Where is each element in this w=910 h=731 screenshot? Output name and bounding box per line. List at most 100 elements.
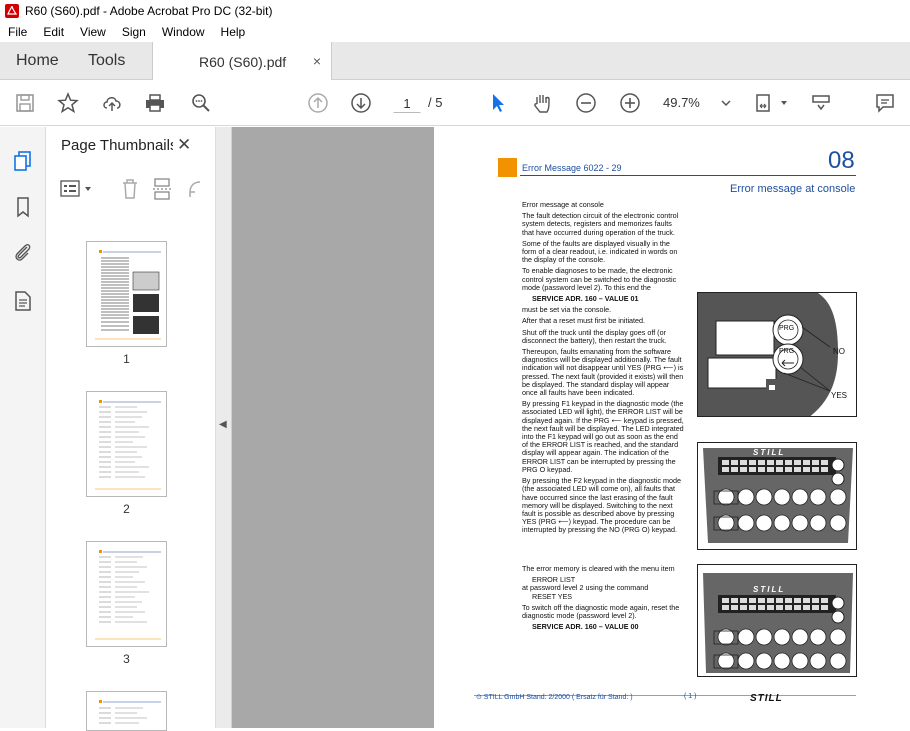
menu-view[interactable]: View <box>72 25 114 39</box>
paragraph: To enable diagnoses to be made, the elec… <box>522 266 677 292</box>
navigation-rail <box>0 127 46 728</box>
thumbnail-preview <box>99 700 161 724</box>
page-count: / 5 <box>428 95 443 110</box>
previous-page-button[interactable] <box>305 90 331 116</box>
zoom-out-button[interactable] <box>573 90 599 116</box>
title-bar: R60 (S60).pdf - Adobe Acrobat Pro DC (32… <box>0 0 910 22</box>
bookmark-star-button[interactable] <box>55 90 81 116</box>
delete-pages-button[interactable] <box>119 177 141 201</box>
thumbnails-nav-button[interactable] <box>11 149 35 173</box>
save-button[interactable] <box>12 90 38 116</box>
paragraph: After that a reset must first be initiat… <box>522 316 646 326</box>
zoom-in-button[interactable] <box>617 90 643 116</box>
menu-edit[interactable]: Edit <box>35 25 72 39</box>
select-tool-button[interactable] <box>485 90 511 116</box>
scrolling-mode-button[interactable] <box>808 90 834 116</box>
menu-bar: File Edit View Sign Window Help <box>0 22 910 42</box>
console-figure-1: STILL <box>697 442 857 550</box>
footer-page-number: ( 1 ) <box>684 693 697 700</box>
print-button[interactable] <box>142 90 168 116</box>
tab-tools[interactable]: Tools <box>88 42 125 80</box>
rotate-icon <box>189 181 201 197</box>
scroll-mode-icon <box>812 95 830 111</box>
rotate-pages-button[interactable] <box>184 177 206 201</box>
paperclip-icon <box>15 244 31 261</box>
tab-home[interactable]: Home <box>16 42 59 80</box>
paragraph: To switch off the diagnostic mode again,… <box>522 602 680 621</box>
tab-close-button[interactable]: × <box>313 53 321 69</box>
tab-document-label: R60 (S60).pdf <box>199 53 287 70</box>
bookmarks-nav-button[interactable] <box>11 195 35 219</box>
hand-icon <box>534 95 550 113</box>
prg-key-label: PRG <box>779 325 795 332</box>
save-icon <box>16 94 34 112</box>
section-marker <box>498 158 517 177</box>
command-text: SERVICE ADR. 160 – VALUE 01 <box>532 294 639 304</box>
document-viewer[interactable]: Error Message 6022 - 29 08 Error message… <box>232 127 910 728</box>
header-left: Error Message 6022 - 29 <box>522 163 622 173</box>
thumbnail-label-1: 1 <box>123 352 130 366</box>
thumbnails-panel: Page Thumbnails ✕ 1 2 3 <box>46 127 249 731</box>
menu-window[interactable]: Window <box>154 25 213 39</box>
body-column: Error message at console The fault detec… <box>522 200 684 538</box>
minus-circle-icon <box>576 93 596 113</box>
find-button[interactable] <box>188 90 214 116</box>
panel-title: Page Thumbnails <box>61 137 173 154</box>
page-number-input[interactable] <box>393 93 421 113</box>
menu-sign[interactable]: Sign <box>114 25 154 39</box>
keypad-figure: PRG PRG NO YES <box>697 292 857 417</box>
paragraph: Error message at console <box>522 200 604 209</box>
paragraph: By pressing the F2 keypad in the diagnos… <box>522 476 682 535</box>
printer-icon <box>146 94 164 112</box>
command-text: SERVICE ADR. 160 – VALUE 00 <box>532 622 639 632</box>
menu-file[interactable]: File <box>0 25 35 39</box>
paragraph: Shut off the truck until the display goe… <box>522 327 667 345</box>
acrobat-app-icon <box>5 4 19 18</box>
command-text: RESET YES <box>532 591 573 601</box>
page-thumbnail-1[interactable] <box>86 241 167 347</box>
thumbnail-label-2: 2 <box>123 502 130 516</box>
extract-pages-icon <box>153 178 172 200</box>
thumbnail-preview <box>95 250 161 340</box>
document-icon <box>15 291 31 311</box>
menu-help[interactable]: Help <box>213 25 254 39</box>
caret-down-icon <box>781 101 787 105</box>
tab-document[interactable]: R60 (S60).pdf × <box>152 42 332 81</box>
page-thumbnail-2[interactable] <box>86 391 167 497</box>
paragraph: The error memory is cleared with the men… <box>522 564 675 573</box>
list-options-icon <box>60 180 91 197</box>
footer-text: ⊙ STILL GmbH Stand: 2/2000 ( Ersatz für … <box>476 694 633 701</box>
attachments-nav-button[interactable] <box>11 240 35 264</box>
paragraph: must be set via the console. <box>522 305 612 315</box>
page-thumbnail-4[interactable] <box>86 691 167 731</box>
console-illustration <box>703 573 853 673</box>
hand-tool-button[interactable] <box>529 90 555 116</box>
next-page-button[interactable] <box>348 90 374 116</box>
thumbnail-options-button[interactable] <box>60 179 96 199</box>
arrow-down-circle-icon <box>351 93 371 113</box>
no-label: NO <box>833 347 845 356</box>
pages-icon <box>14 151 31 171</box>
extract-pages-button[interactable] <box>152 177 174 201</box>
panel-collapse-handle[interactable]: ◀ <box>216 127 232 728</box>
fit-page-dropdown[interactable] <box>771 90 797 116</box>
chevron-down-icon <box>721 100 731 107</box>
cursor-arrow-icon <box>493 94 504 112</box>
window-title: R60 (S60).pdf - Adobe Acrobat Pro DC (32… <box>25 4 273 18</box>
thumbnail-preview <box>95 550 161 640</box>
zoom-dropdown[interactable] <box>713 90 739 116</box>
document-properties-nav-button[interactable] <box>11 289 35 313</box>
cloud-upload-icon <box>103 97 121 111</box>
brand-label: STILL <box>753 585 786 594</box>
plus-circle-icon <box>620 93 640 113</box>
prg-key-label: PRG <box>779 348 795 355</box>
body-column-lower: The error memory is cleared with the men… <box>522 564 684 634</box>
upload-button[interactable] <box>99 90 125 116</box>
zoom-level[interactable]: 49.7% <box>663 95 713 110</box>
page-thumbnail-3[interactable] <box>86 541 167 647</box>
comment-button[interactable] <box>872 90 898 116</box>
paragraph: Some of the faults are displayed visuall… <box>522 238 678 265</box>
arrow-up-circle-icon <box>308 93 328 113</box>
header-rule <box>520 175 856 176</box>
panel-close-button[interactable]: ✕ <box>177 135 191 155</box>
